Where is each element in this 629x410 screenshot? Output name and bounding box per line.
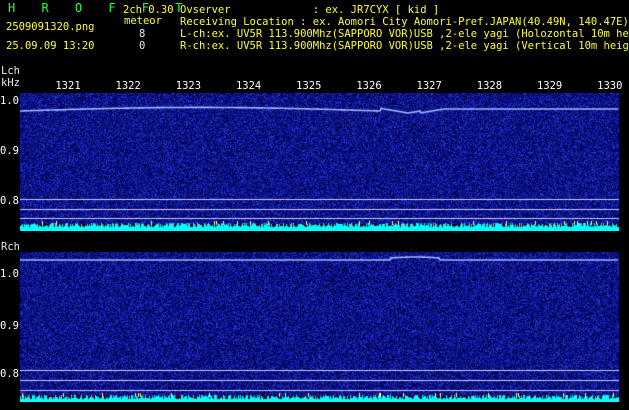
lch-ytick-1: 1.0 xyxy=(0,95,19,107)
rch-ytick-2: 0.9 xyxy=(0,320,19,332)
rch-label: Rch xyxy=(1,241,20,253)
lch-info-line: L-ch:ex. UV5R 113.900Mhz(SAPPORO VOR)USB… xyxy=(180,28,629,40)
lch-ytick-2: 0.9 xyxy=(0,145,19,157)
lch-label: Lch xyxy=(1,65,20,77)
observer-line: Ovserver : ex. JR7CYX [ kid ] xyxy=(180,4,440,16)
rch-info-line: R-ch:ex. UV5R 113.900Mhz(SAPPORO VOR)USB… xyxy=(180,40,629,52)
meteor-count-lch: 8 xyxy=(139,28,146,40)
time-tick-1325: 1325 xyxy=(296,80,322,92)
time-tick-1329: 1329 xyxy=(536,80,563,92)
time-tick-1321: 1321 xyxy=(55,80,81,92)
rch-ytick-1: 1.0 xyxy=(0,268,19,280)
meteor-count-rch: 0 xyxy=(139,40,146,52)
rch-ytick-3: 0.8 xyxy=(0,368,19,380)
meteor-label: meteor xyxy=(124,15,162,27)
time-tick-1327: 1327 xyxy=(416,80,442,92)
lch-spectrogram xyxy=(20,93,619,231)
time-tick-1322: 1322 xyxy=(115,80,141,92)
time-tick-1324: 1324 xyxy=(235,80,262,92)
lch-ytick-3: 0.8 xyxy=(0,195,19,207)
time-tick-1323: 1323 xyxy=(175,80,202,92)
filename: 2509091320.png xyxy=(6,21,95,33)
time-tick-1330: 1330 xyxy=(597,80,623,92)
datetime: 25.09.09 13:20 xyxy=(6,40,95,52)
rch-spectrogram xyxy=(20,252,619,402)
lch-unit: kHz xyxy=(1,77,20,89)
time-tick-1328: 1328 xyxy=(476,80,503,92)
location-line: Receiving Location : ex. Aomori City Aom… xyxy=(180,16,629,28)
time-tick-1326: 1326 xyxy=(356,80,382,92)
